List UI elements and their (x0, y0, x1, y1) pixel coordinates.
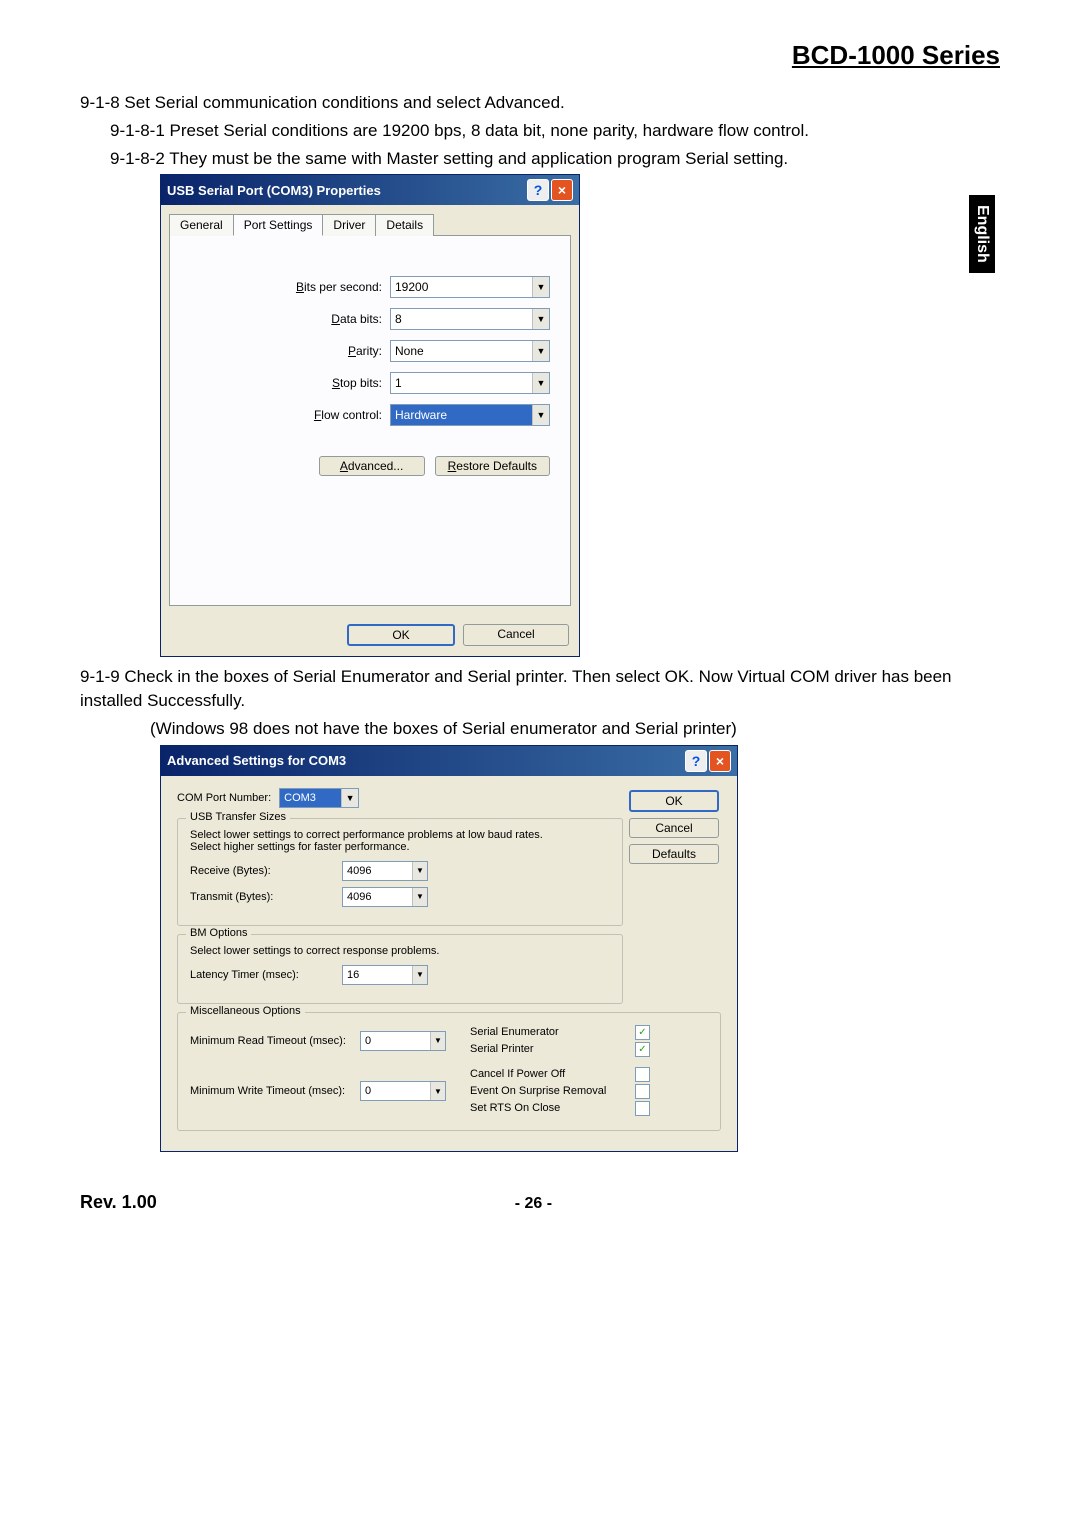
chevron-down-icon: ▼ (532, 277, 549, 297)
group-hint: Select lower settings to correct respons… (190, 945, 610, 957)
bm-options-group: BM Options Select lower settings to corr… (177, 934, 623, 1004)
step-text: 9-1-8 Set Serial communication condition… (80, 91, 1000, 115)
chevron-down-icon: ▼ (430, 1032, 445, 1050)
flow-control-select[interactable]: Hardware ▼ (390, 404, 550, 426)
help-button[interactable]: ? (685, 750, 707, 772)
serial-enumerator-checkbox[interactable]: ✓ (635, 1025, 650, 1040)
close-button[interactable]: × (551, 179, 573, 201)
group-legend: USB Transfer Sizes (186, 811, 290, 823)
page-title: BCD-1000 Series (80, 40, 1000, 71)
data-bits-select[interactable]: 8 ▼ (390, 308, 550, 330)
latency-label: Latency Timer (msec): (190, 969, 330, 981)
min-read-label: Minimum Read Timeout (msec): (190, 1035, 350, 1047)
stop-bits-label: Stop bits: (332, 376, 382, 390)
chevron-down-icon: ▼ (532, 373, 549, 393)
step-note: (Windows 98 does not have the boxes of S… (150, 717, 1000, 741)
step-text: 9-1-9 Check in the boxes of Serial Enume… (80, 665, 1000, 713)
page-number: - 26 - (515, 1195, 552, 1213)
flow-control-label: Flow control: (314, 408, 382, 422)
min-write-label: Minimum Write Timeout (msec): (190, 1085, 350, 1097)
misc-options-group: Miscellaneous Options Minimum Read Timeo… (177, 1012, 721, 1131)
document-page: BCD-1000 Series English 9-1-8 Set Serial… (0, 0, 1080, 1253)
bits-per-second-select[interactable]: 19200 ▼ (390, 276, 550, 298)
dialog-title: Advanced Settings for COM3 (167, 753, 346, 768)
min-read-select[interactable]: 0 ▼ (360, 1031, 446, 1051)
advanced-settings-dialog: Advanced Settings for COM3 ? × OK Cancel… (160, 745, 738, 1152)
cancel-power-label: Cancel If Power Off (470, 1068, 565, 1080)
transmit-select[interactable]: 4096 ▼ (342, 887, 428, 907)
page-footer: Rev. 1.00 - 26 - (80, 1192, 1000, 1213)
com-port-label: COM Port Number: (177, 792, 271, 804)
port-settings-panel: Bits per second: 19200 ▼ Data bits: 8 ▼ … (169, 236, 571, 606)
advanced-button[interactable]: Advanced... (319, 456, 425, 476)
event-surprise-label: Event On Surprise Removal (470, 1085, 606, 1097)
parity-select[interactable]: None ▼ (390, 340, 550, 362)
chevron-down-icon: ▼ (532, 309, 549, 329)
group-legend: Miscellaneous Options (186, 1005, 305, 1017)
revision-label: Rev. 1.00 (80, 1192, 157, 1213)
com-port-select[interactable]: COM3 ▼ (279, 788, 359, 808)
properties-dialog: USB Serial Port (COM3) Properties ? × Ge… (160, 174, 580, 657)
serial-printer-checkbox[interactable]: ✓ (635, 1042, 650, 1057)
set-rts-checkbox[interactable] (635, 1101, 650, 1116)
language-tab: English (969, 195, 995, 273)
close-button[interactable]: × (709, 750, 731, 772)
serial-enumerator-label: Serial Enumerator (470, 1026, 559, 1038)
step-text: 9-1-8-1 Preset Serial conditions are 192… (110, 119, 1000, 143)
latency-select[interactable]: 16 ▼ (342, 965, 428, 985)
receive-select[interactable]: 4096 ▼ (342, 861, 428, 881)
titlebar: Advanced Settings for COM3 ? × (161, 746, 737, 776)
chevron-down-icon: ▼ (412, 966, 427, 984)
ok-button[interactable]: OK (347, 624, 455, 646)
chevron-down-icon: ▼ (412, 888, 427, 906)
group-legend: BM Options (186, 927, 251, 939)
event-surprise-checkbox[interactable] (635, 1084, 650, 1099)
cancel-button[interactable]: Cancel (463, 624, 569, 646)
receive-label: Receive (Bytes): (190, 865, 330, 877)
serial-printer-label: Serial Printer (470, 1043, 534, 1055)
restore-defaults-button[interactable]: Restore Defaults (435, 456, 550, 476)
titlebar: USB Serial Port (COM3) Properties ? × (161, 175, 579, 205)
chevron-down-icon: ▼ (412, 862, 427, 880)
chevron-down-icon: ▼ (532, 405, 549, 425)
tab-strip: General Port Settings Driver Details (169, 213, 571, 236)
tab-details[interactable]: Details (375, 214, 434, 236)
tab-port-settings[interactable]: Port Settings (233, 214, 324, 236)
cancel-button[interactable]: Cancel (629, 818, 719, 838)
tab-driver[interactable]: Driver (322, 214, 376, 236)
help-button[interactable]: ? (527, 179, 549, 201)
data-bits-label: Data bits: (331, 312, 382, 326)
chevron-down-icon: ▼ (341, 789, 358, 807)
bits-per-second-label: Bits per second: (296, 280, 382, 294)
min-write-select[interactable]: 0 ▼ (360, 1081, 446, 1101)
set-rts-label: Set RTS On Close (470, 1102, 560, 1114)
defaults-button[interactable]: Defaults (629, 844, 719, 864)
tab-general[interactable]: General (169, 214, 234, 236)
group-hint: Select lower settings to correct perform… (190, 829, 610, 853)
usb-transfer-group: USB Transfer Sizes Select lower settings… (177, 818, 623, 926)
cancel-power-checkbox[interactable] (635, 1067, 650, 1082)
chevron-down-icon: ▼ (430, 1082, 445, 1100)
parity-label: Parity: (348, 344, 382, 358)
dialog-title: USB Serial Port (COM3) Properties (167, 183, 381, 198)
ok-button[interactable]: OK (629, 790, 719, 812)
chevron-down-icon: ▼ (532, 341, 549, 361)
transmit-label: Transmit (Bytes): (190, 891, 330, 903)
step-text: 9-1-8-2 They must be the same with Maste… (110, 147, 1000, 171)
stop-bits-select[interactable]: 1 ▼ (390, 372, 550, 394)
